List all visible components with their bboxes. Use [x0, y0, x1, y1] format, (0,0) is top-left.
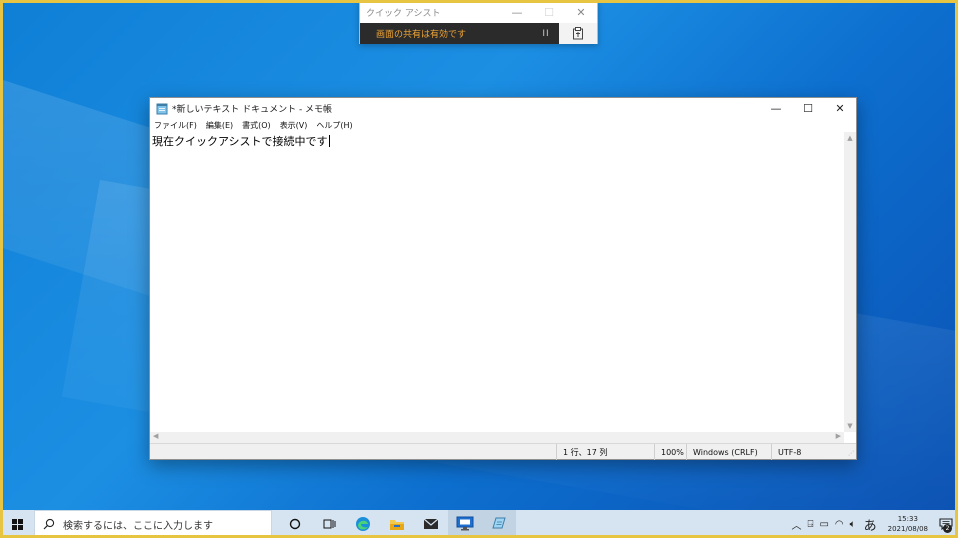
- taskbar-search-box[interactable]: 検索するには、ここに入力します: [34, 510, 272, 538]
- mail-icon: [423, 518, 439, 529]
- notepad-titlebar[interactable]: *新しいテキスト ドキュメント - メモ帳 — ☐ ✕: [150, 98, 856, 119]
- menu-format[interactable]: 書式(O): [242, 120, 271, 131]
- task-view-button[interactable]: [312, 510, 346, 538]
- volume-icon[interactable]: 🔈︎: [850, 519, 856, 530]
- quick-assist-taskbar-button[interactable]: [448, 510, 482, 538]
- vertical-scrollbar[interactable]: ▲ ▼: [844, 132, 856, 432]
- quick-assist-titlebar[interactable]: クイック アシスト — ☐ ✕: [360, 1, 597, 23]
- windows-logo-icon: [11, 518, 23, 530]
- mail-button[interactable]: [414, 510, 448, 538]
- menu-view[interactable]: 表示(V): [280, 120, 308, 131]
- quick-assist-icon: [456, 516, 474, 530]
- minimize-button[interactable]: —: [501, 1, 533, 23]
- notepad-taskbar-button[interactable]: [482, 510, 516, 538]
- menu-file[interactable]: ファイル(F): [154, 120, 197, 131]
- clock[interactable]: 15:33 2021/08/08: [888, 514, 928, 534]
- notepad-icon: [492, 517, 506, 529]
- menu-help[interactable]: ヘルプ(H): [316, 120, 352, 131]
- maximize-button[interactable]: ☐: [533, 1, 565, 23]
- editor-text: 現在クイックアシストで接続中です: [152, 135, 328, 148]
- meet-now-icon[interactable]: ⍈: [807, 519, 813, 530]
- status-position: 1 行、17 列: [556, 444, 654, 460]
- resize-grip-icon[interactable]: ⋰: [848, 450, 854, 457]
- horizontal-scrollbar[interactable]: ◀ ▶: [150, 432, 844, 443]
- ime-indicator[interactable]: あ: [864, 515, 877, 534]
- maximize-icon: ☐: [544, 5, 554, 19]
- clipboard-icon: [573, 27, 583, 40]
- edge-icon: [356, 517, 370, 531]
- wifi-icon[interactable]: ◠: [835, 519, 844, 530]
- close-button[interactable]: ✕: [565, 1, 597, 23]
- minimize-button[interactable]: —: [760, 98, 792, 119]
- notepad-title: *新しいテキスト ドキュメント - メモ帳: [172, 105, 333, 115]
- notepad-window: *新しいテキスト ドキュメント - メモ帳 — ☐ ✕ ファイル(F) 編集(E…: [149, 97, 857, 460]
- scroll-up-icon[interactable]: ▲: [844, 134, 856, 142]
- search-icon: [43, 518, 55, 530]
- action-center-button[interactable]: 2: [934, 510, 958, 538]
- minimize-icon: —: [511, 5, 523, 19]
- quick-assist-title: クイック アシスト: [366, 8, 441, 19]
- folder-icon: [390, 520, 404, 530]
- menu-edit[interactable]: 編集(E): [206, 120, 233, 131]
- status-zoom: 100%: [654, 444, 686, 460]
- search-placeholder: 検索するには、ここに入力します: [63, 520, 213, 532]
- cortana-icon: [289, 518, 301, 530]
- minimize-icon: —: [770, 102, 782, 115]
- status-encoding: UTF-8: [771, 444, 846, 460]
- battery-icon[interactable]: ▭: [819, 519, 828, 530]
- notification-count-badge: 2: [943, 524, 952, 533]
- cortana-button[interactable]: [278, 510, 312, 538]
- start-button[interactable]: [0, 510, 34, 538]
- chevron-up-icon[interactable]: ︿: [791, 517, 801, 532]
- sharing-status-text: 画面の共有は有効です: [376, 30, 467, 40]
- clipboard-button[interactable]: [559, 23, 597, 44]
- status-bar: 1 行、17 列 100% Windows (CRLF) UTF-8 ⋰: [150, 443, 856, 460]
- notepad-icon: [156, 103, 168, 115]
- pause-button[interactable]: II: [533, 29, 559, 39]
- maximize-button[interactable]: ☐: [792, 98, 824, 119]
- menu-bar: ファイル(F) 編集(E) 書式(O) 表示(V) ヘルプ(H): [150, 119, 856, 131]
- edge-browser-button[interactable]: [346, 510, 380, 538]
- close-icon: ✕: [576, 5, 586, 19]
- file-explorer-button[interactable]: [380, 510, 414, 538]
- scroll-left-icon[interactable]: ◀: [153, 432, 158, 440]
- close-icon: ✕: [835, 102, 845, 115]
- taskbar: 検索するには、ここに入力します ︿ ⍈ ▭ ◠ 🔈︎ あ 15:33 2021/…: [0, 510, 958, 538]
- maximize-icon: ☐: [803, 102, 813, 115]
- status-line-ending: Windows (CRLF): [686, 444, 771, 460]
- clock-time: 15:33: [897, 515, 918, 523]
- quick-assist-window: クイック アシスト — ☐ ✕ 画面の共有は有効です II: [359, 0, 598, 44]
- quick-assist-toolbar: 画面の共有は有効です II: [360, 23, 597, 44]
- clock-date: 2021/08/08: [887, 525, 928, 533]
- scroll-right-icon[interactable]: ▶: [836, 432, 841, 440]
- close-button[interactable]: ✕: [824, 98, 856, 119]
- text-editor[interactable]: 現在クイックアシストで接続中です: [150, 132, 844, 432]
- text-caret: [328, 135, 330, 147]
- scroll-down-icon[interactable]: ▼: [844, 422, 856, 430]
- task-view-icon: [323, 519, 335, 529]
- sharing-status-bar: 画面の共有は有効です II: [360, 23, 559, 44]
- system-tray: ︿ ⍈ ▭ ◠ 🔈︎ あ 15:33 2021/08/08 2: [788, 510, 958, 538]
